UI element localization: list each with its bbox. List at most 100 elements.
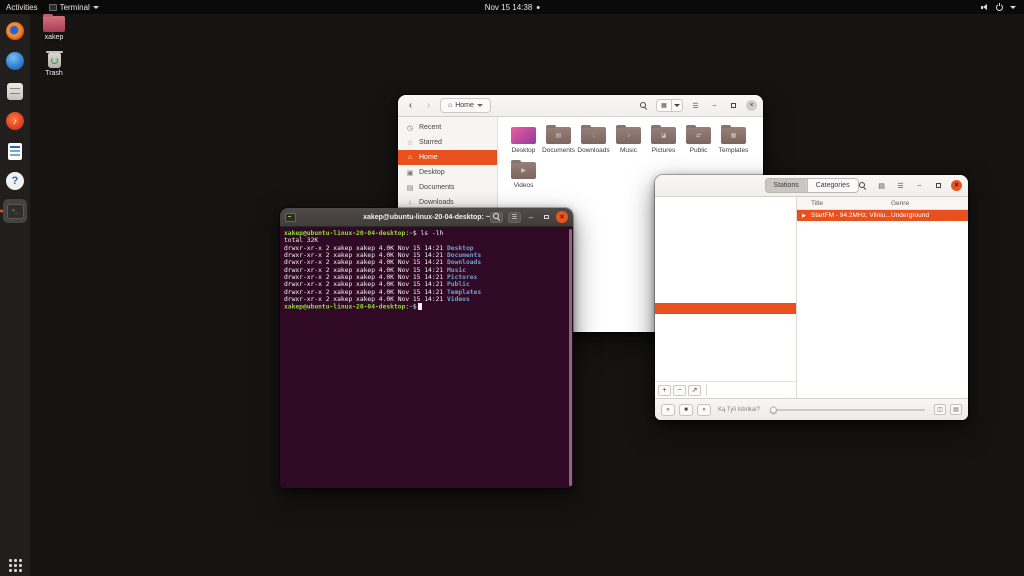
terminal-output-line: drwxr-xr-x 2 xakep xakep 4.0K Nov 15 14:… (284, 288, 482, 296)
previous-button[interactable]: « (661, 403, 675, 416)
menu-button[interactable]: ☰ (894, 179, 907, 193)
title-column-header[interactable]: Title (811, 200, 891, 207)
terminal-output-line: drwxr-xr-x 2 xakep xakep 4.0K Nov 15 14:… (284, 244, 474, 252)
add-station-button[interactable]: + (658, 384, 671, 396)
minimize-button[interactable]: – (708, 99, 721, 113)
music-emblem-icon: ♪ (627, 132, 630, 139)
location-button[interactable]: ⌂ Home (440, 98, 491, 113)
maximize-button[interactable] (932, 179, 945, 193)
clock-icon: ◷ (406, 124, 414, 132)
stop-button[interactable]: ■ (679, 403, 693, 416)
selected-category-row[interactable] (655, 303, 796, 314)
sidebar-item-starred[interactable]: ☆ Starred (398, 135, 497, 150)
dock-item-rhythmbox[interactable]: ♪ (3, 109, 27, 133)
stations-table-header: Title Genre (797, 197, 968, 210)
queue-button[interactable]: ▤ (950, 404, 962, 415)
folder-documents[interactable]: ▤ Documents (541, 124, 576, 154)
seek-slider[interactable] (769, 406, 925, 413)
minimize-button[interactable]: – (526, 213, 536, 222)
volume-button[interactable]: ◫ (934, 404, 946, 415)
next-button[interactable]: » (697, 403, 711, 416)
radio-sidebar-pane: + − ↗ (655, 197, 797, 398)
terminal-app-icon (48, 3, 57, 11)
terminal-output[interactable]: xakep@ubuntu-linux-20-04-desktop:~$ ls -… (280, 227, 573, 488)
radio-category-list[interactable] (655, 197, 796, 381)
terminal-output-line: total 32K (284, 237, 319, 245)
close-button[interactable]: × (556, 211, 568, 223)
playback-bar: « ■ » Ką Tyli Isbrikai? ◫ ▤ (655, 398, 968, 420)
terminal-scrollbar[interactable] (569, 229, 572, 486)
dock-item-terminal[interactable]: >_ (0, 199, 27, 223)
folder-music[interactable]: ♪ Music (611, 124, 646, 154)
show-applications-button[interactable] (8, 558, 22, 572)
folder-pictures[interactable]: ◪ Pictures (646, 124, 681, 154)
minimize-button[interactable]: – (913, 179, 926, 193)
folder-videos[interactable]: ▶ Videos (506, 159, 541, 189)
remove-station-button[interactable]: − (673, 384, 686, 396)
sidebar-item-desktop[interactable]: ▣ Desktop (398, 165, 497, 180)
maximize-button[interactable] (727, 99, 740, 113)
home-icon: ⌂ (448, 102, 453, 109)
sidebar-label: Desktop (419, 169, 445, 176)
sidebar-item-recent[interactable]: ◷ Recent (398, 120, 497, 135)
chevron-down-icon (1010, 5, 1016, 9)
dock-item-writer[interactable] (3, 139, 27, 163)
terminal-prompt-line: xakep@ubuntu-linux-20-04-desktop:~$ (284, 303, 567, 311)
desktop-icon-xakep[interactable]: xakep (32, 13, 76, 41)
chevron-down-icon (476, 104, 483, 107)
folder-label: Public (689, 147, 708, 154)
activities-button[interactable]: Activities (6, 3, 38, 12)
search-button[interactable] (637, 99, 650, 113)
folder-downloads[interactable]: ↓ Downloads (576, 124, 611, 154)
menu-button[interactable]: ☰ (508, 211, 521, 223)
terminal-title: xakep@ubuntu-linux-20-04-desktop: ~ (363, 213, 490, 221)
folder-public[interactable]: ⇄ Public (681, 124, 716, 154)
desktop-icon-label: xakep (44, 34, 64, 41)
radio-view-switcher: Stations Categories (764, 178, 859, 193)
search-icon (639, 101, 648, 110)
folder-label: Pictures (651, 147, 676, 154)
terminal-window: xakep@ubuntu-linux-20-04-desktop: ~ ☰ – … (280, 208, 573, 488)
folder-templates[interactable]: ▦ Templates (716, 124, 751, 154)
sidebar-label: Downloads (419, 199, 454, 206)
dock-item-help[interactable]: ? (3, 169, 27, 193)
terminal-icon: >_ (6, 203, 24, 219)
close-button[interactable]: × (951, 180, 962, 191)
sidebar-item-home[interactable]: ⌂ Home (398, 150, 497, 165)
dock-item-thunderbird[interactable] (3, 49, 27, 73)
slider-handle[interactable] (769, 406, 777, 413)
prompt-user: xakep@ubuntu-linux-20-04-desktop (284, 230, 406, 237)
sidebar-label: Recent (419, 124, 442, 131)
divider (706, 384, 707, 396)
maximize-button[interactable] (541, 214, 551, 220)
search-button[interactable] (490, 211, 503, 223)
folder-icon: ◪ (651, 124, 676, 144)
edit-station-button[interactable]: ↗ (688, 384, 701, 396)
desktop-icon-trash[interactable]: Trash (32, 51, 76, 77)
folder-desktop[interactable]: Desktop (506, 127, 541, 154)
dock-item-files[interactable] (3, 79, 27, 103)
writer-icon (8, 142, 22, 160)
folder-icon: ▶ (511, 159, 536, 179)
station-row[interactable]: ▶ StartFM - 94.2MHz, Vilniu... Undergrou… (797, 210, 968, 221)
tab-categories[interactable]: Categories (806, 179, 858, 192)
view-toggle[interactable]: ▦ (656, 99, 683, 112)
forward-button[interactable]: › (422, 99, 435, 113)
dock-item-firefox[interactable] (3, 19, 27, 43)
files-icon (7, 82, 23, 100)
tab-stations[interactable]: Stations (765, 179, 807, 192)
clock-button[interactable]: Nov 15 14:38 (485, 3, 540, 12)
back-button[interactable]: ‹ (404, 99, 417, 113)
clock-label: Nov 15 14:38 (484, 2, 533, 12)
close-button[interactable]: × (746, 100, 757, 111)
app-menu[interactable]: Terminal (48, 3, 99, 12)
menu-button[interactable]: ☰ (689, 99, 702, 113)
list-view-button[interactable]: ▤ (875, 179, 888, 193)
view-options-button[interactable] (671, 100, 682, 111)
power-icon (996, 2, 1003, 11)
grid-view-icon[interactable]: ▦ (657, 100, 671, 111)
genre-column-header[interactable]: Genre (891, 200, 968, 207)
sidebar-item-documents[interactable]: ▤ Documents (398, 180, 497, 195)
system-status-area[interactable] (981, 2, 1024, 11)
terminal-headerbar: xakep@ubuntu-linux-20-04-desktop: ~ ☰ – … (280, 208, 573, 227)
